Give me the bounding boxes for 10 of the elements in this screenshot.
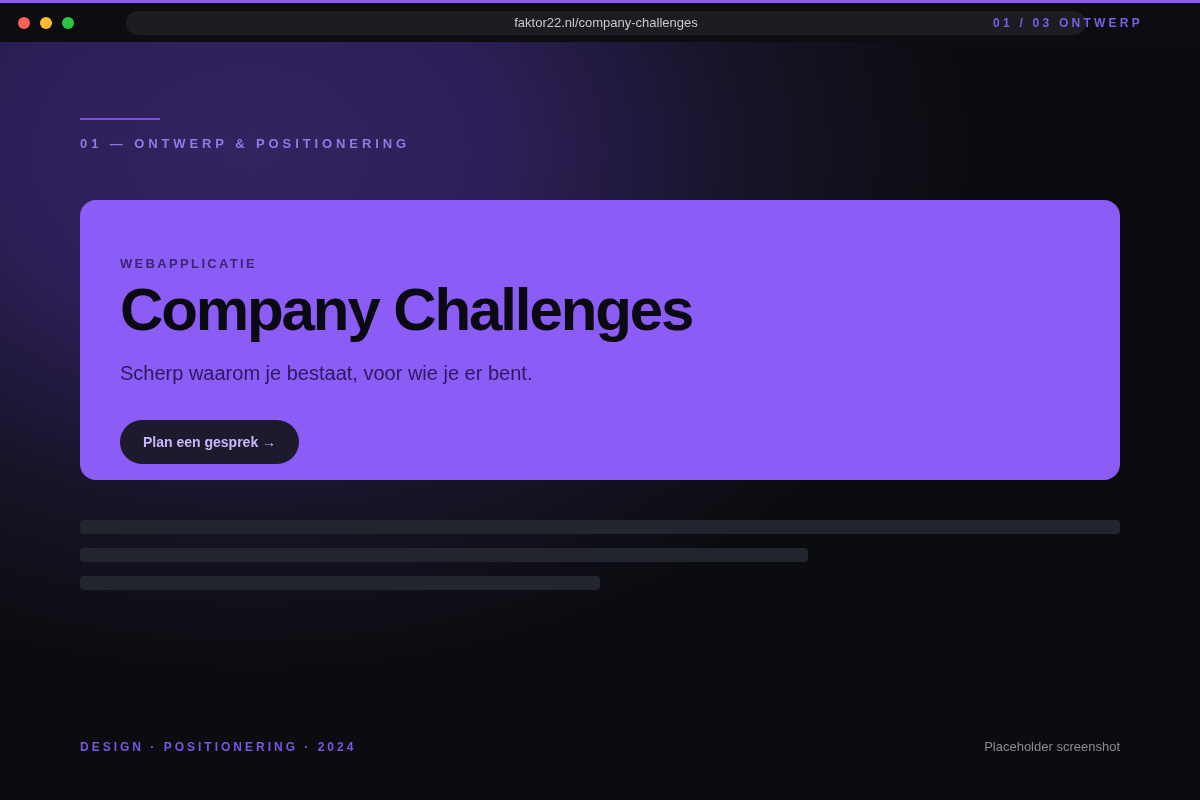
footer-tags: DESIGN · POSITIONERING · 2024 xyxy=(80,739,357,755)
plan-call-button[interactable]: Plan een gesprek → xyxy=(120,420,300,464)
window-close-icon[interactable] xyxy=(18,16,30,29)
category-label: WEBAPPLICATIE xyxy=(120,256,258,272)
footer-note: Placeholder screenshot xyxy=(984,739,1120,755)
window-minimize-icon[interactable] xyxy=(40,16,52,29)
window-maximize-icon[interactable] xyxy=(62,16,74,29)
card-tagline: Scherp waarom je bestaat, voor wie je er bent. xyxy=(120,361,533,386)
card-title: Company Challenges xyxy=(120,280,693,340)
section-eyebrow: 01 — ONTWERP & POSITIONERING xyxy=(80,136,410,152)
